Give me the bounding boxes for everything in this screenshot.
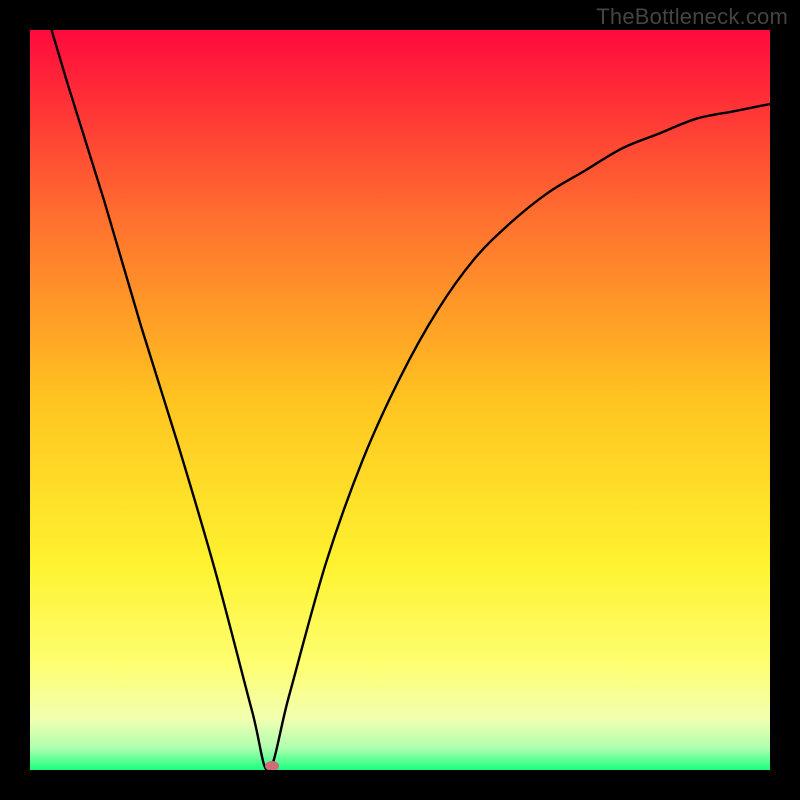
chart-frame: TheBottleneck.com — [0, 0, 800, 800]
bottleneck-curve — [30, 30, 770, 770]
watermark-label: TheBottleneck.com — [596, 4, 788, 30]
plot-area — [30, 30, 770, 770]
optimal-marker — [265, 761, 279, 770]
